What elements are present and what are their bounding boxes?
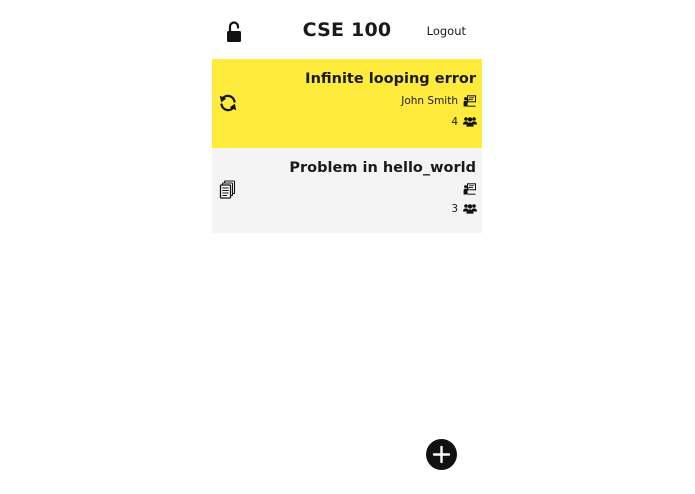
ticket-participant-count: 3 bbox=[451, 203, 458, 215]
logout-button[interactable]: Logout bbox=[427, 24, 466, 38]
users-group-icon bbox=[463, 203, 477, 215]
ticket-count-row: 4 bbox=[256, 115, 477, 129]
ticket-list: Infinite looping error John Smith 4 Prob… bbox=[212, 59, 482, 233]
ticket-assignee: John Smith bbox=[401, 95, 458, 107]
ticket-title: Problem in hello_world bbox=[289, 160, 476, 176]
ticket-card-infinite-looping-error[interactable]: Infinite looping error John Smith 4 bbox=[212, 59, 482, 148]
users-group-icon bbox=[463, 116, 477, 128]
ticket-assignee-row bbox=[256, 183, 476, 195]
ticket-card-problem-in-hello-world[interactable]: Problem in hello_world 3 bbox=[212, 148, 482, 233]
ticket-count-row: 3 bbox=[256, 202, 477, 216]
add-ticket-button[interactable] bbox=[426, 439, 457, 470]
plus-icon bbox=[432, 445, 451, 464]
ticket-assignee-row: John Smith bbox=[256, 94, 476, 108]
documents-icon bbox=[218, 180, 238, 200]
tutor-at-board-icon bbox=[463, 183, 476, 195]
header-bar: CSE 100 Logout bbox=[212, 14, 482, 50]
ticket-participant-count: 4 bbox=[451, 116, 458, 128]
tutor-at-board-icon bbox=[463, 95, 476, 107]
ticket-title: Infinite looping error bbox=[305, 71, 476, 87]
refresh-icon bbox=[218, 93, 238, 113]
